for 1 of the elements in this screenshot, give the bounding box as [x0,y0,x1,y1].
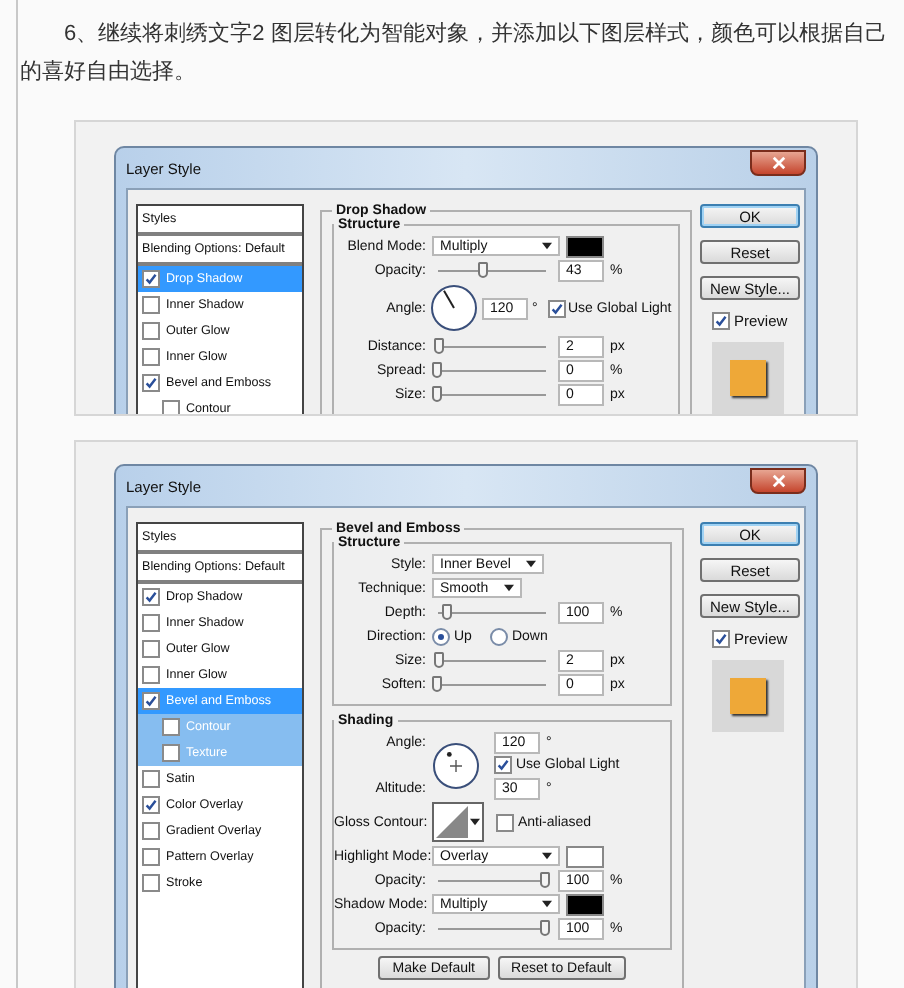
instruction-text: 6、继续将刺绣文字2 图层转化为智能对象，并添加以下图层样式，颜色可以根据自己的喜好自由选择。 [18,19,889,88]
